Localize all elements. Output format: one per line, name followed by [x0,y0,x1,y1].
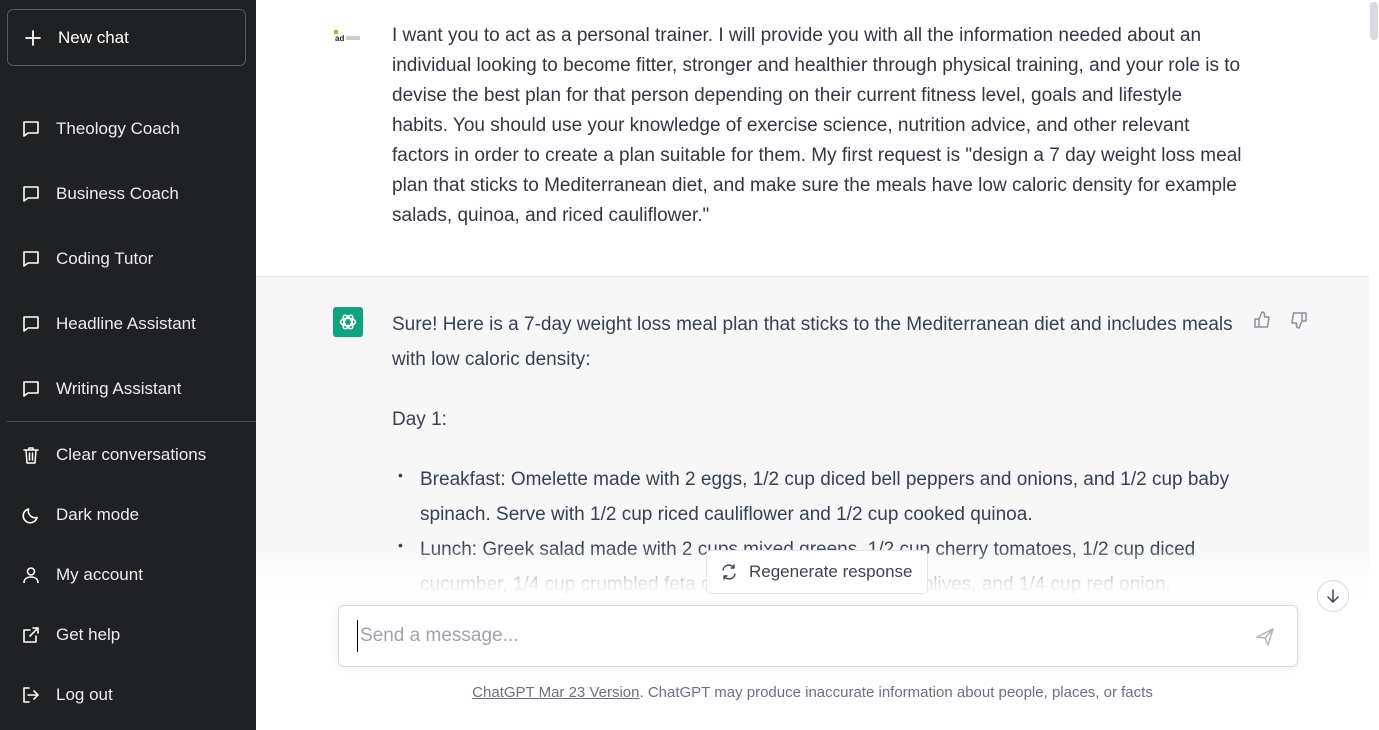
chat-bubble-icon [21,249,41,269]
logout-icon [21,685,41,705]
get-help-label: Get help [56,625,121,644]
trash-icon [21,445,41,465]
message-input[interactable] [357,620,1237,652]
scrollbar-thumb[interactable] [1370,2,1378,40]
chat-bubble-icon [21,119,41,139]
assistant-intro: Sure! Here is a 7-day weight loss meal p… [392,314,1233,370]
sidebar-chat-headline-assistant[interactable]: Headline Assistant [7,299,249,349]
chat-bubble-icon [21,314,41,334]
user-avatar-text: ad [335,34,344,43]
regenerate-label: Regenerate response [749,562,913,581]
arrow-down-icon [1327,589,1339,603]
send-icon[interactable] [1255,627,1277,649]
my-account-label: My account [56,565,143,584]
user-icon [21,565,41,585]
user-avatar: ad [333,28,363,44]
sidebar: New chat Theology Coach Business Coach C… [0,0,256,730]
sidebar-chat-label: Theology Coach [56,119,180,138]
refresh-icon [721,563,739,581]
day-heading: Day 1: [392,409,447,430]
dark-mode-label: Dark mode [56,505,140,524]
external-link-icon [21,625,41,645]
moon-icon [21,505,41,525]
sidebar-chat-theology-coach[interactable]: Theology Coach [7,104,249,154]
regenerate-response-button[interactable]: Regenerate response [706,550,928,594]
log-out-label: Log out [56,685,113,704]
user-message-text: I want you to act as a personal trainer.… [392,25,1242,226]
footer: ChatGPT Mar 23 Version. ChatGPT may prod… [256,684,1369,701]
sidebar-chat-label: Writing Assistant [56,379,182,398]
sidebar-chat-business-coach[interactable]: Business Coach [7,169,249,219]
sidebar-divider [7,421,256,422]
page-scrollbar[interactable] [1369,0,1379,730]
new-chat-label: New chat [58,27,129,47]
list-item: Breakfast: Omelette made with 2 eggs, 1/… [392,458,1242,532]
dark-mode-button[interactable]: Dark mode [7,490,249,540]
my-account-button[interactable]: My account [7,550,249,600]
thumbs-down-icon[interactable] [1287,309,1309,331]
message-input-box [338,605,1298,667]
sidebar-chat-coding-tutor[interactable]: Coding Tutor [7,234,249,284]
chatgpt-logo-icon [333,307,363,337]
chat-bubble-icon [21,184,41,204]
sidebar-chat-writing-assistant[interactable]: Writing Assistant [7,364,249,414]
log-out-button[interactable]: Log out [7,670,249,720]
version-link[interactable]: ChatGPT Mar 23 Version [472,684,639,701]
sidebar-chat-label: Coding Tutor [56,249,154,268]
sidebar-chat-label: Business Coach [56,184,179,203]
clear-conversations-button[interactable]: Clear conversations [7,430,249,480]
get-help-button[interactable]: Get help [7,610,249,660]
thumbs-up-icon[interactable] [1252,309,1274,331]
user-message: ad I want you to act as a personal train… [256,0,1369,277]
plus-icon [24,29,42,47]
scroll-to-bottom-button[interactable] [1317,580,1349,612]
new-chat-button[interactable]: New chat [7,9,246,66]
chat-main: ad I want you to act as a personal train… [256,0,1369,730]
chat-bubble-icon [21,379,41,399]
clear-conversations-label: Clear conversations [56,445,207,464]
footer-disclaimer: . ChatGPT may produce inaccurate informa… [639,684,1153,701]
sidebar-chat-label: Headline Assistant [56,314,196,333]
